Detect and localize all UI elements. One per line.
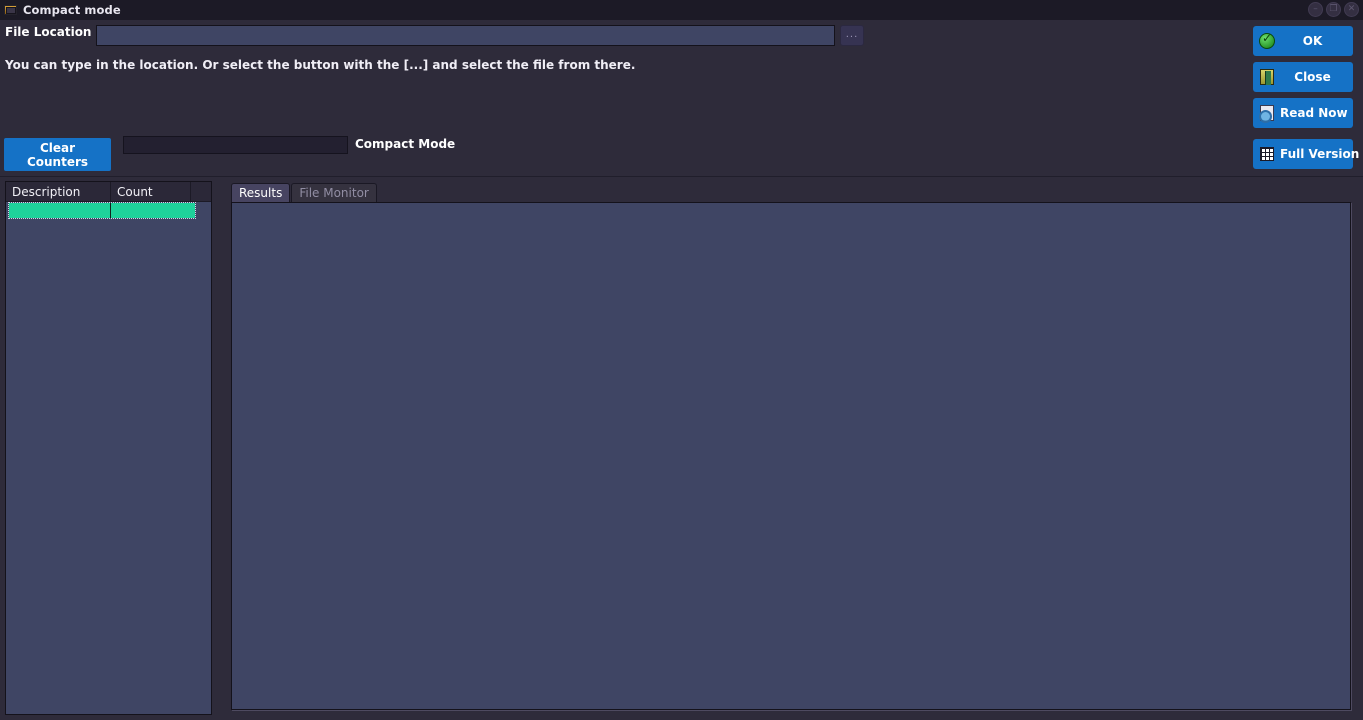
counters-panel: Description Count — [5, 181, 212, 715]
close-button-label: Close — [1294, 70, 1331, 84]
browse-button[interactable]: ... — [840, 25, 864, 46]
tab-results[interactable]: Results — [231, 183, 291, 202]
tab-bar: Results File Monitor — [231, 183, 377, 202]
read-now-button[interactable]: Read Now — [1253, 98, 1353, 128]
toolbar-divider — [0, 176, 1363, 177]
document-search-icon — [1258, 104, 1276, 123]
file-location-input[interactable] — [96, 25, 835, 46]
progress-field — [123, 136, 348, 154]
grid-table-icon — [1258, 145, 1276, 163]
green-check-icon — [1258, 31, 1276, 50]
window-controls: – ❐ ✕ — [1308, 2, 1359, 17]
full-version-button-label: Full Version — [1280, 147, 1360, 161]
cell-description — [9, 203, 111, 218]
results-output-panel[interactable] — [231, 202, 1351, 710]
title-bar: Compact mode – ❐ ✕ — [0, 0, 1363, 20]
file-location-hint: You can type in the location. Or select … — [5, 58, 636, 72]
maximize-icon[interactable]: ❐ — [1326, 2, 1341, 17]
door-exit-icon — [1258, 68, 1276, 86]
ok-button[interactable]: OK — [1253, 26, 1353, 56]
tab-file-monitor[interactable]: File Monitor — [291, 183, 377, 202]
column-header-count[interactable]: Count — [111, 182, 191, 201]
ok-button-label: OK — [1302, 34, 1323, 48]
read-now-button-label: Read Now — [1280, 106, 1348, 120]
counters-header: Description Count — [6, 182, 211, 202]
window-title: Compact mode — [23, 3, 121, 17]
cell-count — [111, 203, 195, 218]
close-button[interactable]: Close — [1253, 62, 1353, 92]
column-header-description[interactable]: Description — [6, 182, 111, 201]
clear-counters-button[interactable]: Clear Counters — [4, 138, 111, 171]
compact-mode-label: Compact Mode — [355, 137, 456, 151]
file-location-label: File Location — [5, 25, 92, 39]
full-version-button[interactable]: Full Version — [1253, 139, 1359, 169]
table-row[interactable] — [8, 202, 196, 219]
minimize-icon[interactable]: – — [1308, 2, 1323, 17]
compact-mode-window: Compact mode – ❐ ✕ File Location ... You… — [0, 0, 1363, 720]
close-icon[interactable]: ✕ — [1344, 2, 1359, 17]
folder-window-icon — [4, 4, 18, 16]
